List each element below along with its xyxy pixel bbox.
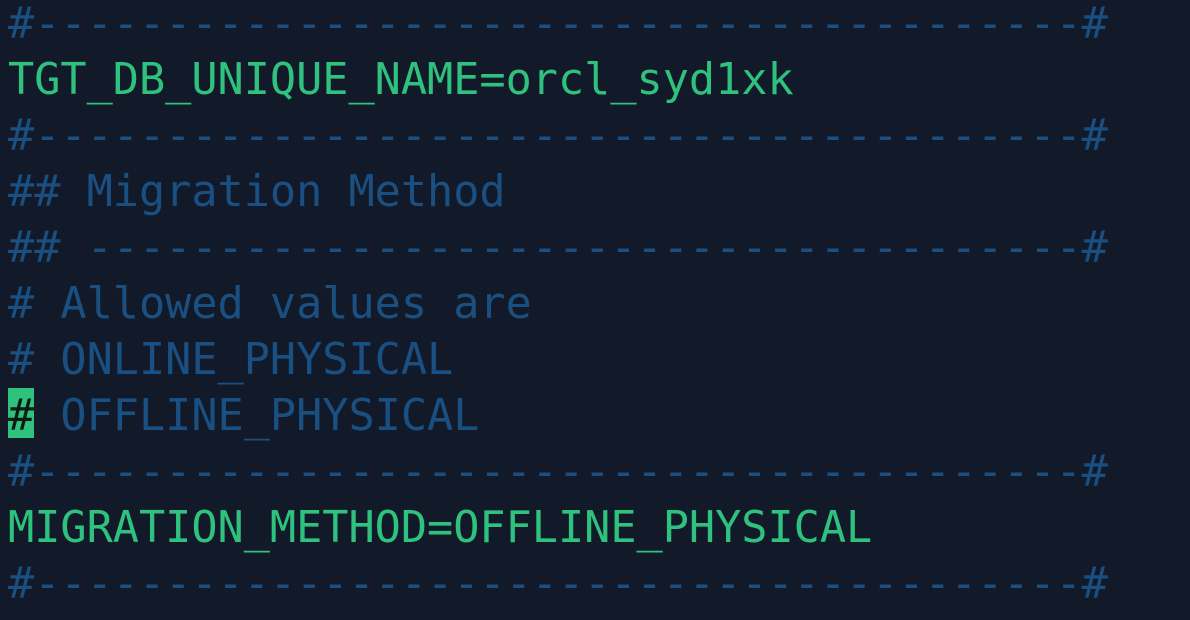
- terminal-window[interactable]: #---------------------------------------…: [0, 0, 1190, 620]
- offline-physical-comment-line: # OFFLINE_PHYSICAL: [8, 388, 479, 444]
- separator-line: #---------------------------------------…: [8, 559, 1108, 609]
- allowed-values-comment: # Allowed values are: [8, 279, 532, 329]
- online-physical-comment: # ONLINE_PHYSICAL: [8, 335, 454, 385]
- section-underline-comment: ## -------------------------------------…: [8, 223, 1108, 273]
- text-cursor[interactable]: #: [8, 388, 35, 441]
- config-line-migration-method: MIGRATION_METHOD=OFFLINE_PHYSICAL: [8, 503, 873, 553]
- separator-line: #---------------------------------------…: [8, 447, 1108, 497]
- config-line-tgt-db-unique-name: TGT_DB_UNIQUE_NAME=orcl_syd1xk: [8, 55, 794, 105]
- separator-line: #---------------------------------------…: [8, 111, 1108, 161]
- offline-physical-comment: OFFLINE_PHYSICAL: [34, 391, 480, 441]
- section-heading-comment: ## Migration Method: [8, 167, 506, 217]
- separator-line: #---------------------------------------…: [8, 0, 1108, 49]
